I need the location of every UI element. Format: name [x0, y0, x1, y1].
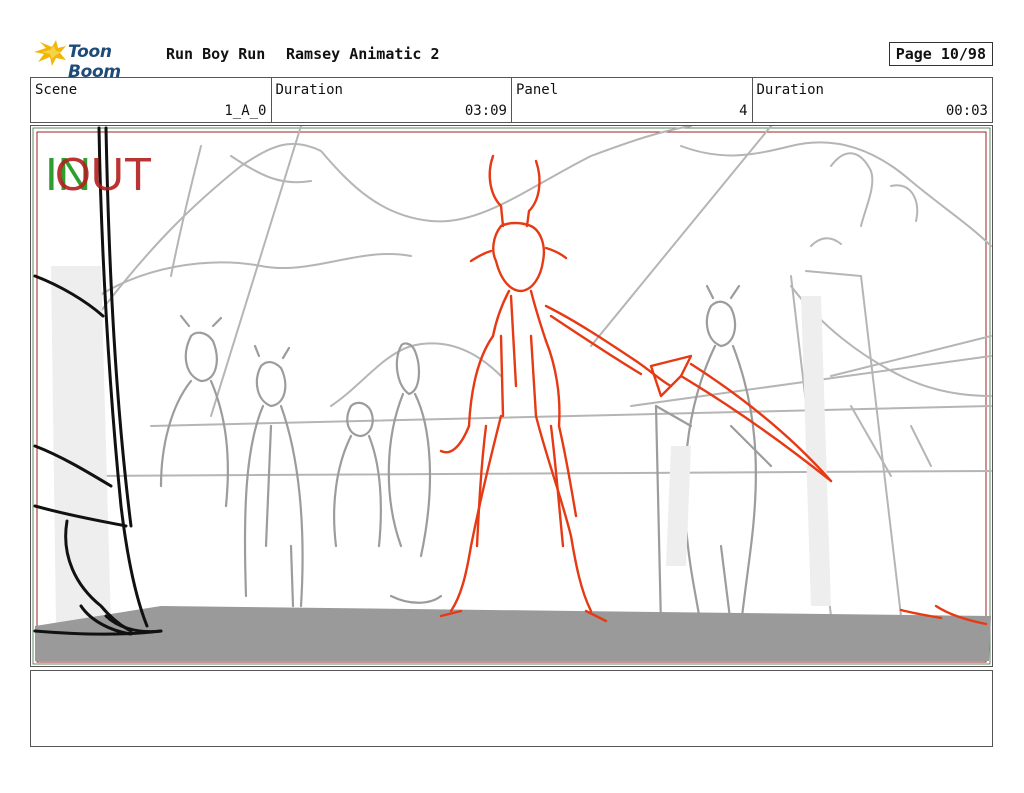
- panel-duration-label: Duration: [756, 82, 824, 98]
- panel-info-bar: Scene 1_A_0 Duration 03:09 Panel 4 Durat…: [30, 77, 993, 123]
- panel-cell: Panel 4: [512, 78, 753, 122]
- ground: [35, 606, 991, 661]
- shadow-fills: [51, 266, 831, 626]
- scene-duration-cell: Duration 03:09: [272, 78, 512, 122]
- scene-duration-value: 03:09: [464, 103, 507, 119]
- storyboard-panel: IN OUT: [30, 125, 993, 667]
- flame-logo-icon: [34, 40, 66, 66]
- project-name: Run Boy Run: [166, 45, 266, 63]
- scene-duration-label: Duration: [275, 82, 343, 98]
- sequence-title: Ramsey Animatic 2: [286, 45, 440, 63]
- safe-frame-green: [32, 127, 991, 665]
- panel-notes-box[interactable]: [30, 670, 993, 747]
- storyboard-header: Toon Boom Run Boy Run Ramsey Animatic 2 …: [30, 36, 993, 82]
- hero-character-sketch: [439, 154, 988, 626]
- page-counter: Page 10/98: [888, 42, 993, 66]
- panel-label: Panel: [516, 82, 559, 98]
- panel-sketch: IN OUT: [32, 126, 992, 665]
- panel-value: 4: [739, 103, 748, 119]
- scene-cell: Scene 1_A_0: [31, 78, 272, 122]
- logo-text: Toon Boom: [68, 42, 121, 82]
- panel-duration-value: 00:03: [945, 103, 988, 119]
- out-marker: OUT: [55, 148, 152, 200]
- scene-label: Scene: [35, 82, 78, 98]
- panel-duration-cell: Duration 00:03: [753, 78, 993, 122]
- scene-value: 1_A_0: [224, 103, 267, 119]
- toon-boom-logo: Toon Boom: [32, 38, 160, 82]
